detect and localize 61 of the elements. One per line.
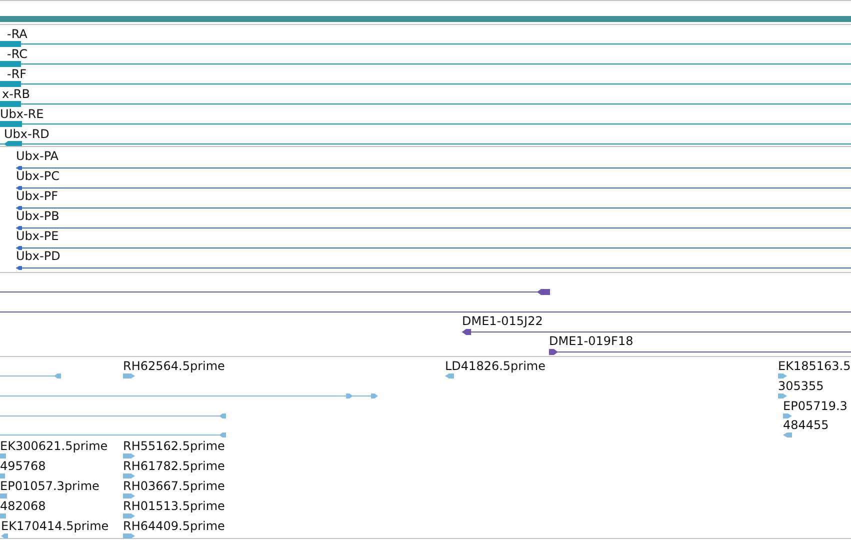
- est-glyph[interactable]: [123, 514, 135, 518]
- est-glyph[interactable]: [123, 374, 135, 378]
- feature-label: EK300621.5prime: [0, 440, 108, 453]
- feature-label: -RC: [7, 48, 28, 61]
- est-glyph[interactable]: [0, 394, 378, 398]
- feature-label: Ubx-PB: [16, 210, 60, 223]
- est-glyph[interactable]: [123, 454, 135, 458]
- feature-label: EP01057.3prime: [0, 480, 100, 493]
- feature-label: RH01513.5prime: [123, 500, 225, 513]
- est-glyph[interactable]: [778, 374, 787, 378]
- feature-label: 484455: [783, 419, 829, 432]
- transcript-glyph[interactable]: [0, 41, 851, 47]
- feature-label: Ubx-PD: [16, 250, 60, 263]
- est-glyph[interactable]: [0, 432, 226, 438]
- feature-label: x-RB: [2, 88, 30, 101]
- est-glyph[interactable]: [783, 414, 792, 418]
- est-glyph[interactable]: [0, 374, 61, 378]
- est-glyph[interactable]: [0, 414, 226, 418]
- clone-glyph[interactable]: [549, 349, 851, 355]
- feature-label: EP05719.3: [783, 400, 848, 413]
- feature-label: Ubx-PF: [16, 190, 58, 203]
- clone-glyph[interactable]: [0, 289, 550, 295]
- feature-label: 482068: [0, 500, 46, 513]
- feature-label: RH61782.5prime: [123, 460, 225, 473]
- feature-label: DME1-019F18: [549, 335, 634, 348]
- feature-label: Ubx-PC: [16, 170, 60, 183]
- clone-glyph[interactable]: [462, 329, 851, 335]
- feature-label: Ubx-PA: [16, 150, 59, 163]
- feature-label: -RA: [7, 28, 28, 41]
- est-glyph[interactable]: [123, 534, 135, 538]
- feature-label: RH03667.5prime: [123, 480, 225, 493]
- feature-label: -RF: [7, 68, 27, 81]
- feature-label: DME1-015J22: [462, 315, 543, 328]
- protein-glyph[interactable]: [16, 266, 851, 270]
- transcript-glyph[interactable]: [0, 61, 851, 67]
- est-glyph[interactable]: [1, 534, 8, 538]
- feature-label: RH64409.5prime: [123, 520, 225, 533]
- transcript-glyph[interactable]: [0, 101, 851, 107]
- protein-glyph[interactable]: [16, 206, 851, 210]
- protein-glyph[interactable]: [16, 246, 851, 250]
- est-glyph[interactable]: [123, 494, 135, 498]
- feature-label: EK170414.5prime: [1, 520, 109, 533]
- feature-label: 305355: [778, 380, 824, 393]
- protein-glyph[interactable]: [16, 186, 851, 190]
- est-glyph[interactable]: [445, 374, 454, 378]
- feature-label: Ubx-RD: [4, 128, 50, 141]
- feature-label: LD41826.5prime: [445, 360, 546, 373]
- est-glyph[interactable]: [778, 394, 787, 398]
- transcript-glyph[interactable]: [0, 121, 851, 127]
- est-glyph[interactable]: [783, 432, 792, 438]
- protein-glyph[interactable]: [16, 226, 851, 230]
- feature-label: RH62564.5prime: [123, 360, 225, 373]
- protein-glyph[interactable]: [16, 166, 851, 170]
- feature-label: Ubx-RE: [0, 108, 44, 121]
- transcript-glyph[interactable]: [0, 81, 851, 87]
- feature-label: 495768: [0, 460, 46, 473]
- transcript-glyph[interactable]: [0, 141, 851, 147]
- feature-label: EK185163.5: [778, 360, 851, 373]
- est-glyph[interactable]: [123, 474, 135, 478]
- feature-label: RH55162.5prime: [123, 440, 225, 453]
- feature-label: Ubx-PE: [16, 230, 59, 243]
